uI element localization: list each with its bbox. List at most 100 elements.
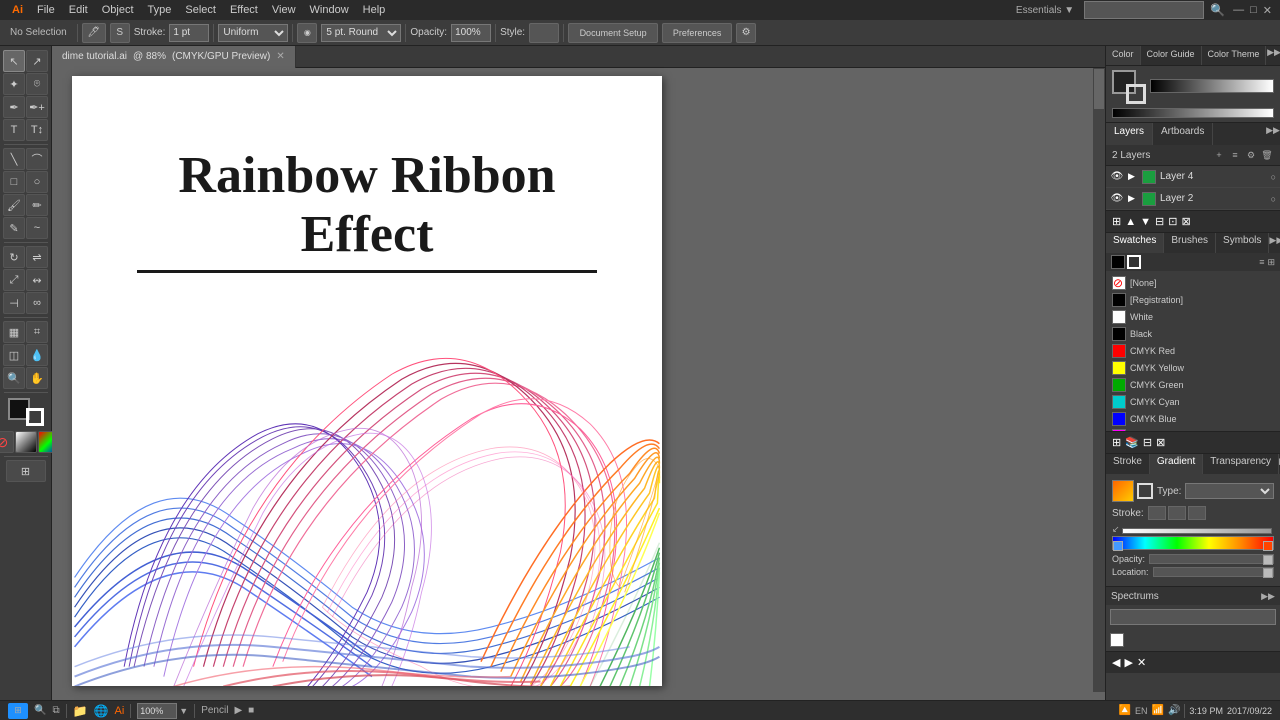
canvas-scrollbar-v[interactable] xyxy=(1093,68,1105,692)
layers-delete-icon[interactable]: 🗑 xyxy=(1260,148,1274,162)
add-anchor-tool[interactable]: ✒+ xyxy=(26,96,48,118)
menu-window[interactable]: Window xyxy=(304,3,355,17)
network-icon[interactable]: 📶 xyxy=(1152,705,1164,716)
weight-select[interactable]: 5 pt. Round xyxy=(321,24,401,42)
blob-brush-tool[interactable]: ✏ xyxy=(26,194,48,216)
menu-type[interactable]: Type xyxy=(142,3,178,17)
document-setup-button[interactable]: Document Setup xyxy=(568,23,658,43)
swatch-white[interactable]: White xyxy=(1110,309,1276,325)
zoom-input[interactable] xyxy=(137,703,177,719)
gradient-box[interactable] xyxy=(15,431,37,453)
scrollbar-thumb-v[interactable] xyxy=(1094,69,1104,109)
layer-4-lock[interactable]: ○ xyxy=(1271,172,1276,182)
tool-play[interactable]: ▶ xyxy=(234,705,242,716)
spectrum-close-btn[interactable]: ✕ xyxy=(1137,656,1146,669)
rect-tool[interactable]: □ xyxy=(3,171,25,193)
swatch-registration[interactable]: [Registration] xyxy=(1110,292,1276,308)
layers-new-layer[interactable]: ⊞ xyxy=(1112,215,1121,228)
smooth-tool[interactable]: ~ xyxy=(26,217,48,239)
paintbrush-tool[interactable]: 🖌 xyxy=(3,194,25,216)
tab-gradient[interactable]: Gradient xyxy=(1150,454,1203,474)
brush-icon-btn[interactable]: 🖊 xyxy=(82,23,106,43)
type-tool[interactable]: T xyxy=(3,119,25,141)
menu-view[interactable]: View xyxy=(266,3,302,17)
gradient-full-bar[interactable] xyxy=(1112,536,1274,550)
column-graph-tool[interactable]: ▦ xyxy=(3,321,25,343)
gradient-location-slider[interactable] xyxy=(1153,567,1274,577)
opacity-input[interactable] xyxy=(451,24,491,42)
document-tab-main[interactable]: dime tutorial.ai @ 88% (CMYK/GPU Preview… xyxy=(52,46,296,68)
grad-handle-right[interactable] xyxy=(1263,541,1273,551)
tab-symbols[interactable]: Symbols xyxy=(1216,233,1269,253)
layers-new-icon[interactable]: + xyxy=(1212,148,1226,162)
line-tool[interactable]: ╲ xyxy=(3,148,25,170)
swatch-black[interactable]: Black xyxy=(1110,326,1276,342)
location-slider-thumb[interactable] xyxy=(1263,568,1273,578)
stroke-swatch[interactable] xyxy=(1126,84,1146,104)
layers-delete-footer[interactable]: ⊠ xyxy=(1181,215,1190,228)
menu-edit[interactable]: Edit xyxy=(63,3,94,17)
tab-artboards[interactable]: Artboards xyxy=(1153,123,1213,145)
menu-file[interactable]: File xyxy=(31,3,61,17)
swatch-libraries[interactable]: 📚 xyxy=(1125,436,1139,449)
grad-fill-swatch[interactable] xyxy=(1112,480,1134,502)
tool-stop[interactable]: ■ xyxy=(248,705,254,716)
none-icon[interactable]: ⊘ xyxy=(0,431,14,453)
ai-icon-task[interactable]: Ai xyxy=(115,705,125,717)
gradient-type-select[interactable] xyxy=(1185,483,1274,499)
gradient-opacity-slider[interactable] xyxy=(1149,554,1274,564)
swatch-groups[interactable]: ⊟ xyxy=(1143,436,1152,449)
swatches-panel-close[interactable]: ▶▶ xyxy=(1269,233,1280,247)
gradient-tool[interactable]: ◫ xyxy=(3,344,25,366)
style-btn[interactable] xyxy=(529,23,559,43)
opacity-slider-thumb[interactable] xyxy=(1263,555,1273,565)
spectrum-prev[interactable]: ◀ xyxy=(1112,656,1120,669)
layers-panel-close[interactable]: ▶▶ xyxy=(1266,123,1280,137)
stroke-btn-1[interactable] xyxy=(1148,506,1166,520)
swatch-none[interactable]: ⊘ [None] xyxy=(1110,275,1276,291)
tab-color-theme[interactable]: Color Theme xyxy=(1202,46,1267,65)
chrome-icon[interactable]: 🌐 xyxy=(94,704,109,718)
stroke-btn-3[interactable] xyxy=(1188,506,1206,520)
swatch-cmyk-green[interactable]: CMYK Green xyxy=(1110,377,1276,393)
touch-type-tool[interactable]: T↕ xyxy=(26,119,48,141)
pencil-tool[interactable]: ✎ xyxy=(3,217,25,239)
tab-stroke-grad[interactable]: Stroke xyxy=(1106,454,1150,474)
tab-swatches[interactable]: Swatches xyxy=(1106,233,1164,253)
file-explorer[interactable]: 📁 xyxy=(73,704,88,718)
pen-tool[interactable]: ✒ xyxy=(3,96,25,118)
style-select[interactable]: Uniform xyxy=(218,24,288,42)
tab-color[interactable]: Color xyxy=(1106,46,1141,65)
eyedropper-tool[interactable]: 💧 xyxy=(26,344,48,366)
swatch-delete[interactable]: ⊠ xyxy=(1156,436,1165,449)
menu-object[interactable]: Object xyxy=(96,3,140,17)
spectrums-search-input[interactable] xyxy=(1110,609,1276,625)
swatch-cmyk-blue[interactable]: CMYK Blue xyxy=(1110,411,1276,427)
tab-transparency[interactable]: Transparency xyxy=(1203,454,1279,474)
lasso-tool[interactable]: ⌾ xyxy=(26,73,48,95)
layer-4-expand[interactable]: ▶ xyxy=(1128,171,1138,182)
tray-icon-1[interactable]: 🔼 xyxy=(1119,705,1131,716)
color-panel-collapse[interactable]: ▶▶ xyxy=(1268,46,1280,58)
mesh-tool[interactable]: ⌗ xyxy=(26,321,48,343)
width-tool[interactable]: ⊣ xyxy=(3,292,25,314)
tab-brushes[interactable]: Brushes xyxy=(1164,233,1216,253)
magic-wand-tool[interactable]: ✦ xyxy=(3,73,25,95)
arc-tool[interactable]: ⌒ xyxy=(26,148,48,170)
swatch-cmyk-cyan[interactable]: CMYK Cyan xyxy=(1110,394,1276,410)
layer-item-4[interactable]: 👁 ▶ Layer 4 ○ xyxy=(1106,166,1280,188)
search-taskbar[interactable]: 🔍 xyxy=(34,705,46,716)
tab-layers[interactable]: Layers xyxy=(1106,123,1153,145)
layers-collect[interactable]: ⊟ xyxy=(1155,215,1164,228)
swatch-fill-box[interactable] xyxy=(1111,255,1125,269)
grad-stroke-swatch[interactable] xyxy=(1137,483,1153,499)
stroke-value-input[interactable] xyxy=(169,24,209,42)
layer-2-eye[interactable]: 👁 xyxy=(1110,192,1124,206)
hand-tool[interactable]: ✋ xyxy=(26,367,48,389)
menu-effect[interactable]: Effect xyxy=(224,3,264,17)
layers-options-icon[interactable]: ⚙ xyxy=(1244,148,1258,162)
scale-tool[interactable]: ⤢ xyxy=(3,269,25,291)
grad-handle-left[interactable] xyxy=(1113,541,1123,551)
layers-move-down[interactable]: ▼ xyxy=(1140,216,1151,228)
layer-2-lock[interactable]: ○ xyxy=(1271,194,1276,204)
